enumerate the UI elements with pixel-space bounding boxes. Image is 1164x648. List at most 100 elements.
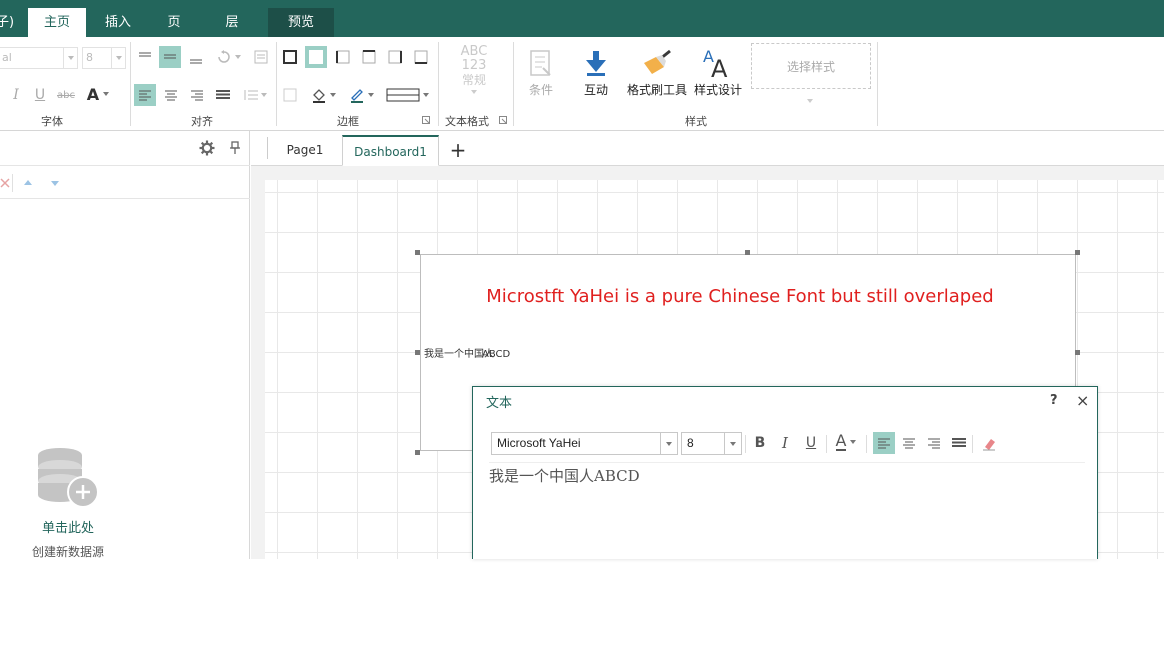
underline-icon[interactable]: U <box>29 84 51 106</box>
condition-icon[interactable] <box>525 47 557 79</box>
format-painter-icon[interactable] <box>640 46 674 78</box>
help-button[interactable]: ? <box>1050 393 1058 408</box>
align-bottom-icon[interactable] <box>185 48 207 70</box>
dialog-toolbar-divider <box>866 435 867 453</box>
interact-button[interactable]: 互动 <box>576 81 616 98</box>
resize-handle[interactable] <box>415 250 420 255</box>
align-right-icon[interactable] <box>186 84 208 106</box>
line-spacing-icon[interactable] <box>240 84 270 106</box>
resize-handle[interactable] <box>415 350 420 355</box>
style-design-button[interactable]: 样式设计 <box>692 81 744 98</box>
add-tab-button[interactable]: + <box>447 135 469 166</box>
line-color-icon[interactable] <box>345 84 377 106</box>
menu-tab-preview[interactable]: 预览 <box>268 8 334 37</box>
create-datasource-hint: 创建新数据源 <box>31 545 104 559</box>
align-middle-icon[interactable] <box>159 46 181 68</box>
text-format-preview-line2: 123 <box>461 58 487 73</box>
italic-icon[interactable]: I <box>774 432 796 454</box>
bold-icon[interactable]: B <box>749 432 771 454</box>
bold-glyph: B <box>754 435 766 451</box>
group-label-border: 边框 <box>337 115 359 128</box>
align-left-icon[interactable] <box>134 84 156 106</box>
chevron-down-icon[interactable] <box>807 92 813 106</box>
menu-tab-insert[interactable]: 插入 <box>92 8 144 37</box>
left-panel-toolbar <box>0 166 250 199</box>
font-name-select[interactable]: al <box>0 47 78 69</box>
ribbon-divider <box>130 42 131 126</box>
condition-button[interactable]: 条件 <box>521 81 561 98</box>
expand-dialog-icon[interactable] <box>420 114 432 126</box>
menu-tab-home[interactable]: 主页 <box>28 8 86 37</box>
menu-bar: 子) 主页 插入 页 层 预览 <box>0 0 1164 37</box>
justify-icon[interactable] <box>948 432 970 454</box>
resize-handle[interactable] <box>1075 350 1080 355</box>
underline-icon[interactable]: U <box>800 432 822 454</box>
expand-dialog-icon[interactable] <box>497 114 509 126</box>
justify-icon[interactable] <box>212 84 234 106</box>
underline-glyph: U <box>805 435 817 451</box>
dialog-toolbar-divider <box>826 435 827 453</box>
line-style-icon[interactable] <box>383 84 431 106</box>
clear-format-icon[interactable] <box>978 432 1000 454</box>
ribbon-divider <box>877 42 878 126</box>
ribbon-divider <box>513 42 514 126</box>
border-left-icon[interactable] <box>332 46 354 68</box>
dialog-font-select[interactable]: Microsoft YaHei <box>491 432 678 455</box>
style-select-box[interactable]: 选择样式 <box>751 43 871 89</box>
dialog-font-value: Microsoft YaHei <box>497 436 581 450</box>
close-button[interactable]: × <box>1076 391 1089 410</box>
dialog-size-value: 8 <box>687 436 694 450</box>
italic-icon[interactable]: I <box>5 84 27 106</box>
pin-icon[interactable] <box>224 137 246 159</box>
group-label-font: 字体 <box>41 115 63 128</box>
fill-color-icon[interactable] <box>307 84 339 106</box>
ribbon-divider <box>438 42 439 126</box>
align-left-icon[interactable] <box>873 432 895 454</box>
gear-icon[interactable] <box>196 137 218 159</box>
border-right-icon[interactable] <box>384 46 406 68</box>
menu-tab-page[interactable]: 页 <box>150 8 198 37</box>
menu-tab-layer[interactable]: 层 <box>208 8 256 37</box>
font-size-value: 8 <box>86 51 93 64</box>
interact-icon[interactable] <box>580 47 612 79</box>
tab-dashboard1[interactable]: Dashboard1 <box>342 135 439 166</box>
align-center-icon[interactable] <box>160 84 182 106</box>
database-add-icon[interactable] <box>36 446 102 508</box>
tab-divider <box>267 137 268 159</box>
resize-handle[interactable] <box>745 250 750 255</box>
font-color-icon[interactable]: A <box>83 83 113 105</box>
font-name-value: al <box>2 51 12 64</box>
border-top-icon[interactable] <box>358 46 380 68</box>
font-size-select[interactable]: 8 <box>82 47 126 69</box>
create-datasource-link[interactable]: 单击此处 <box>0 517 136 536</box>
resize-handle[interactable] <box>1075 250 1080 255</box>
chevron-down-icon <box>63 48 77 68</box>
resize-handle[interactable] <box>415 450 420 455</box>
rotate-icon[interactable] <box>212 46 244 68</box>
border-none-icon[interactable] <box>279 84 301 106</box>
tab-page1[interactable]: Page1 <box>277 135 333 166</box>
chevron-down-icon <box>660 433 677 454</box>
italic-glyph: I <box>782 434 788 452</box>
chevron-down-icon <box>452 87 496 95</box>
dialog-size-select[interactable]: 8 <box>681 432 742 455</box>
rich-text-editor[interactable]: 我是一个中国人ABCD <box>489 465 640 486</box>
align-right-icon[interactable] <box>923 432 945 454</box>
delete-icon[interactable] <box>0 172 16 194</box>
align-top-icon[interactable] <box>134 46 156 68</box>
border-all-icon[interactable] <box>305 46 327 68</box>
strikethrough-icon[interactable]: abc <box>55 84 77 106</box>
move-up-icon[interactable] <box>17 172 39 194</box>
text-wrap-icon[interactable] <box>250 46 272 68</box>
style-design-icon[interactable]: AA <box>700 45 736 79</box>
format-painter-button[interactable]: 格式刷工具 <box>624 81 690 98</box>
align-center-icon[interactable] <box>898 432 920 454</box>
font-color-icon[interactable]: A <box>830 431 862 453</box>
font-color-glyph: A <box>835 431 847 451</box>
border-bottom-icon[interactable] <box>410 46 432 68</box>
move-down-icon[interactable] <box>44 172 66 194</box>
border-outer-icon[interactable] <box>279 46 301 68</box>
menu-tab-file[interactable]: 子) <box>0 8 14 37</box>
text-format-preview[interactable]: ABC 123 常规 <box>452 45 496 95</box>
chevron-down-icon <box>724 433 741 454</box>
